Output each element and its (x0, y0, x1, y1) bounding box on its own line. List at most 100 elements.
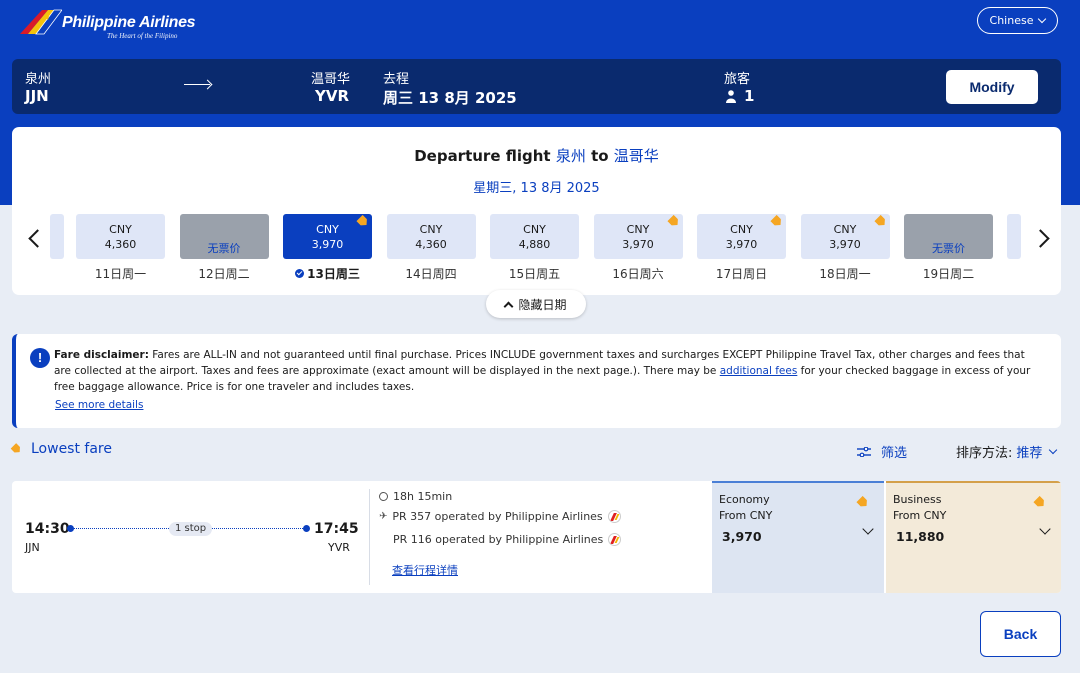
departure-title: Departure flight 泉州 to 温哥华 (12, 145, 1061, 166)
passengers-count: 1 (744, 87, 755, 105)
filter-label: 筛选 (881, 446, 908, 461)
date-fare-box: CNY 4,360 (76, 214, 165, 259)
language-selector[interactable]: Chinese (977, 7, 1058, 34)
economy-from: From CNY (719, 509, 773, 522)
filter-icon (857, 446, 871, 457)
segment-2-text: PR 116 operated by Philippine Airlines (393, 533, 604, 546)
view-itinerary-link[interactable]: 查看行程详情 (392, 562, 458, 578)
economy-price: 3,970 (722, 529, 762, 544)
no-fare-label: 无票价 (207, 242, 241, 255)
destination-code: YVR (315, 87, 350, 105)
sort-dropdown[interactable]: 排序方法: 推荐 (956, 442, 1058, 461)
info-icon: ! (30, 348, 50, 368)
date-tile[interactable]: CNY 3,970 13日周三 (283, 214, 372, 282)
passengers-label: 旅客 (724, 72, 751, 87)
date-tile[interactable]: CNY 4,880 15日周五 (490, 214, 579, 282)
flight-duration: 18h 15min (379, 490, 452, 503)
departure-date: 星期三, 13 8月 2025 (473, 181, 600, 196)
date-tile: 无票价 19日周二 (904, 214, 993, 282)
departure-to-word: to (591, 147, 609, 165)
departure-code: JJN (25, 541, 40, 554)
date-label-text: 12日周二 (198, 267, 250, 281)
date-label-text: 18日周一 (819, 267, 871, 281)
date-tile[interactable]: CNY 4,360 14日周四 (386, 214, 476, 282)
lowest-fare-label: Lowest fare (31, 441, 112, 457)
plane-icon: ✈ (379, 511, 388, 522)
disclaimer-heading: Fare disclaimer: (54, 349, 149, 361)
additional-fees-link[interactable]: additional fees (720, 365, 798, 377)
flight-segment-1: ✈ PR 357 operated by Philippine Airlines (379, 510, 621, 523)
filter-button[interactable]: 筛选 (857, 442, 907, 461)
date-fare-box: CNY 3,970 (283, 214, 372, 259)
date-label: 12日周二 (180, 265, 269, 282)
date-selector-card: Departure flight 泉州 to 温哥华 星期三, 13 8月 20… (12, 127, 1061, 295)
business-label: Business (893, 493, 942, 506)
business-from: From CNY (893, 509, 947, 522)
date-label: 13日周三 (283, 265, 372, 282)
divider (369, 489, 370, 585)
flight-segment-2: PR 116 operated by Philippine Airlines (393, 533, 622, 546)
brand-tagline: The Heart of the Filipino (107, 32, 178, 40)
route-end-dot (303, 525, 310, 532)
passengers: 1 (726, 87, 754, 105)
chevron-up-icon (504, 301, 514, 311)
fare-disclaimer: ! Fare disclaimer: Fares are ALL-IN and … (12, 334, 1061, 428)
check-circle-icon (295, 269, 305, 278)
economy-fare-option[interactable]: Economy From CNY 3,970 (712, 481, 884, 593)
date-price: 3,970 (829, 238, 861, 251)
date-label-text: 15日周五 (508, 267, 561, 281)
departure-title-prefix: Departure flight (414, 147, 551, 165)
origin-city: 泉州 (25, 72, 52, 87)
philippine-airlines-logo[interactable]: Philippine Airlines The Heart of the Fil… (20, 6, 196, 40)
pal-logo-icon (20, 9, 62, 35)
date-fare-box: 无票价 (179, 214, 269, 259)
date-price: 4,360 (415, 238, 447, 251)
date-fare-box: 无票价 (904, 214, 993, 259)
price-tag-icon (1033, 496, 1046, 509)
date-label: 19日周二 (904, 265, 993, 282)
date-label: 15日周五 (490, 265, 579, 282)
disclaimer-text: Fare disclaimer: Fares are ALL-IN and no… (54, 347, 1044, 395)
back-button[interactable]: Back (980, 611, 1061, 657)
date-price: 4,360 (104, 238, 137, 251)
date-label: 11日周一 (76, 265, 165, 282)
trip-label: 去程 (383, 72, 410, 87)
date-tile[interactable]: CNY 3,970 17日周日 (697, 214, 786, 282)
business-fare-option[interactable]: Business From CNY 11,880 (886, 481, 1061, 593)
airline-logo-icon (608, 533, 622, 546)
date-currency: CNY (109, 223, 132, 236)
date-price: 3,970 (622, 238, 654, 251)
modify-button[interactable]: Modify (946, 70, 1038, 104)
date-label: 17日周日 (697, 265, 786, 282)
date-tile[interactable]: CNY 3,970 16日周六 (593, 214, 683, 282)
departure-time: 14:30 (25, 521, 70, 537)
departure-from-city: 泉州 (555, 147, 586, 165)
airline-logo-icon (607, 510, 621, 523)
price-tag-icon (856, 496, 869, 509)
date-label-text: 17日周日 (715, 267, 768, 281)
hide-dates-button[interactable]: 隐藏日期 (486, 290, 586, 318)
date-fare-box: CNY 4,880 (490, 214, 579, 259)
date-label: 14日周四 (387, 265, 476, 282)
arrival-code: YVR (328, 541, 350, 554)
date-tile[interactable]: CNY 3,970 18日周一 (800, 214, 890, 282)
destination-city: 温哥华 (311, 72, 351, 87)
trip-date: 周三 13 8月 2025 (383, 89, 517, 107)
date-tile[interactable]: CNY 4,360 11日周一 (76, 214, 165, 282)
duration-text: 18h 15min (393, 490, 453, 503)
sort-value: 推荐 (1016, 446, 1043, 461)
date-tile-partial (1007, 214, 1021, 259)
see-more-details-link[interactable]: See more details (55, 399, 143, 411)
date-currency: CNY (523, 223, 546, 236)
origin-code: JJN (25, 87, 49, 105)
date-currency: CNY (833, 223, 857, 236)
stops-badge: 1 stop (169, 522, 213, 536)
business-price: 11,880 (896, 529, 945, 544)
flight-result-card: 14:30 JJN 1 stop 17:45 YVR 18h 15min ✈ P… (12, 481, 1061, 593)
lowest-fare-legend: Lowest fare (12, 441, 112, 457)
chevron-down-icon (862, 523, 874, 535)
language-label: Chinese (989, 14, 1034, 27)
date-currency: CNY (419, 223, 443, 236)
date-fare-box: CNY 3,970 (800, 214, 890, 259)
date-label-text: 13日周三 (307, 267, 360, 281)
